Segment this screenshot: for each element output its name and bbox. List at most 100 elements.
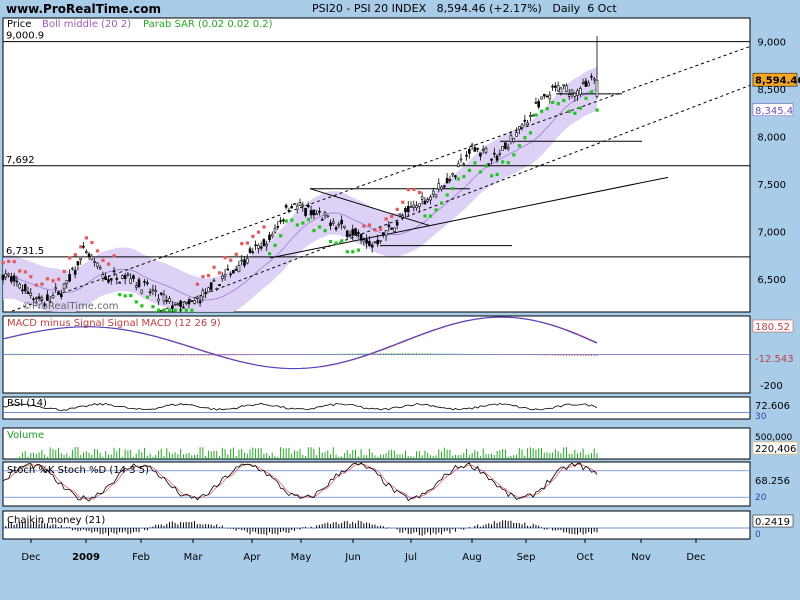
sar-dot (473, 161, 477, 165)
sar-dot (212, 265, 216, 269)
candle-body (531, 114, 535, 117)
candle-body (109, 278, 113, 281)
candle-body (198, 300, 202, 304)
panel-volume (2, 427, 751, 460)
sar-dot (51, 279, 55, 283)
sar-dot (395, 207, 399, 211)
candle-body (362, 239, 366, 242)
legend-sar: Parab SAR (0.02 0.02 0.2) (143, 19, 273, 30)
sar-dot (101, 258, 105, 262)
chaikin-value: 0.2419 (755, 517, 790, 528)
candle-body (248, 248, 252, 253)
candle-body (132, 275, 135, 279)
candle-body (57, 291, 60, 295)
sar-dot (151, 305, 155, 309)
candle-body (220, 275, 224, 280)
candle-body (340, 219, 343, 225)
candle-body (215, 288, 219, 290)
candle-body (412, 204, 416, 208)
x-tick-label-11: Nov (631, 552, 651, 563)
sar-dot (467, 168, 472, 172)
level-label-0: 9,000.9 (6, 31, 44, 42)
x-tick-label-6: Jun (344, 552, 361, 563)
candle-body (554, 85, 557, 88)
candle-body (326, 215, 330, 218)
candle-body (520, 124, 524, 128)
candle-body (143, 281, 146, 283)
candle-body (426, 199, 429, 202)
candle-body (368, 241, 371, 246)
candle-body (279, 220, 282, 223)
candle-body (517, 126, 521, 130)
sar-dot (79, 245, 83, 249)
sar-dot (373, 228, 377, 232)
sar-dot (562, 98, 566, 103)
sar-dot (512, 153, 516, 157)
candle-body (51, 295, 55, 299)
candle-body (418, 203, 421, 207)
candle-body (154, 290, 157, 292)
sar-dot (40, 282, 44, 286)
candle-body (501, 146, 504, 151)
sar-dot (68, 256, 72, 260)
candle-body (96, 262, 99, 267)
candle-body (212, 279, 216, 282)
candle-body (465, 154, 468, 157)
candle-body (112, 270, 116, 273)
candle-body (90, 255, 94, 260)
candle-body (270, 234, 274, 237)
candle-body (393, 227, 396, 232)
candle-body (495, 155, 499, 161)
sar-dot (145, 295, 150, 299)
level-label-1: 7,692 (6, 155, 35, 166)
candle-body (76, 261, 80, 266)
price-tick-0: 9,000 (757, 38, 786, 49)
candle-body (462, 163, 466, 166)
sar-dot (112, 254, 116, 258)
candle-body (234, 268, 238, 271)
sar-dot (484, 164, 488, 168)
candle-body (573, 92, 577, 97)
candle-body (587, 82, 590, 87)
candle-body (387, 224, 391, 227)
sar-dot (523, 136, 527, 140)
candle-body (232, 270, 235, 274)
candle-body (187, 300, 191, 305)
candle-body (579, 88, 582, 95)
x-tick-label-8: Aug (462, 552, 482, 563)
candle-body (487, 162, 491, 165)
candle-body (173, 302, 177, 305)
candle-body (29, 292, 33, 296)
sar-dot (218, 271, 222, 275)
candle-body (548, 94, 552, 100)
candle-body (404, 208, 407, 213)
macd-title: MACD minus Signal Signal MACD (12 26 9) (7, 318, 221, 329)
candle-body (318, 210, 321, 213)
sar-dot (118, 293, 122, 297)
sar-dot (284, 219, 288, 223)
candle-body (40, 297, 44, 300)
candle-body (420, 196, 424, 200)
candle-body (245, 258, 249, 264)
sar-dot (129, 293, 133, 298)
candle-body (312, 209, 316, 216)
candle-body (237, 265, 241, 273)
candle-body (209, 282, 213, 290)
chart-canvas: 9,000.9 7,692 6,731.5 9,000 8,500 8,000 7,500 7… (1, 17, 800, 563)
sar-dot (539, 109, 544, 113)
candle-body (534, 102, 538, 104)
candle-body (243, 259, 246, 266)
sar-dot (106, 262, 111, 266)
candle-body (26, 291, 30, 294)
candle-body (101, 274, 105, 279)
candle-body (401, 215, 405, 218)
candle-body (329, 222, 332, 227)
candle-body (481, 148, 485, 151)
candle-body (451, 173, 454, 176)
candle-body (423, 200, 427, 205)
candle-body (193, 300, 196, 304)
candle-body (315, 213, 318, 216)
sar-dot (134, 300, 138, 304)
candle-body (282, 219, 285, 222)
stoch-title: Stoch %K Stoch %D (14 3 5) (7, 465, 149, 476)
